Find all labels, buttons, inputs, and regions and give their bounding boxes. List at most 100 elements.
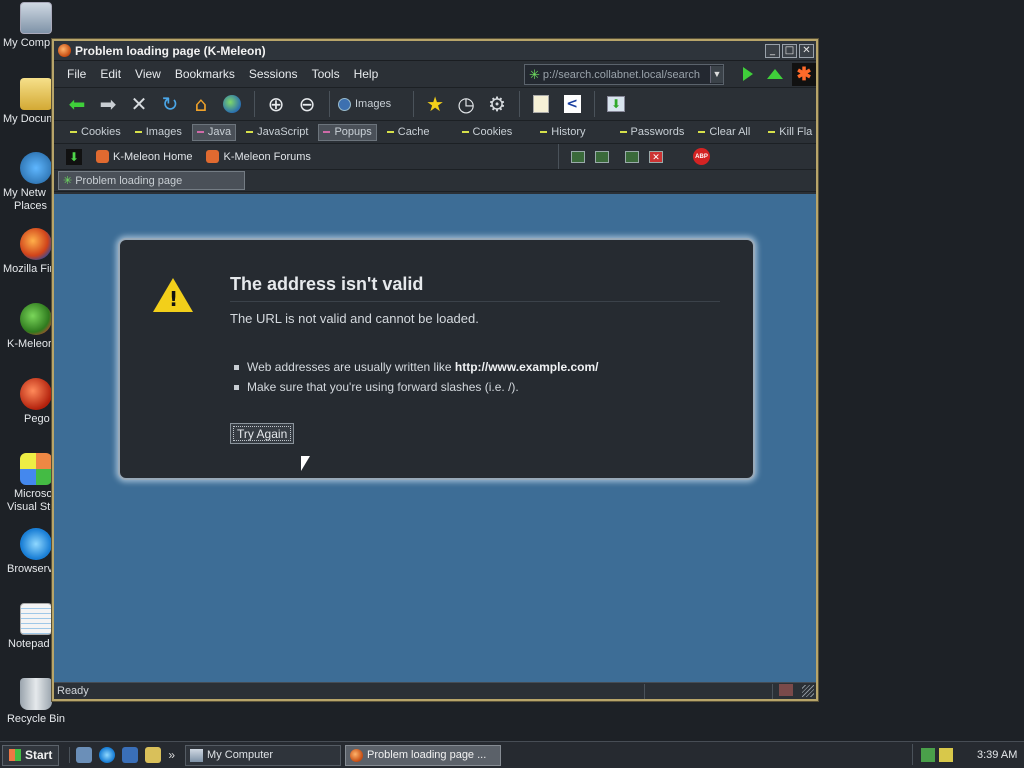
layer-list-icon[interactable] [625,150,639,163]
history-clock-icon[interactable]: ◷ [453,91,479,117]
quick-launch-more-icon[interactable]: » [168,748,175,762]
pego-icon [20,378,52,410]
visual-studio-icon [20,453,52,485]
internet-explorer-icon[interactable] [99,747,116,763]
checkbox-icon [619,131,627,133]
pref-history[interactable]: History [536,124,589,141]
view-source-icon[interactable]: < [559,91,585,117]
tab-bar: ✳ Problem loading page [54,170,816,192]
up-level-icon[interactable] [767,69,783,79]
toolbar-separator [594,91,596,117]
outlook-icon[interactable] [122,747,139,763]
address-input[interactable]: p://search.collabnet.local/search [543,69,710,81]
pref-clear-cookies[interactable]: Cookies [458,124,517,141]
internet-explorer-icon [20,528,52,560]
bookmarks-toolbar: ⬇ K-Meleon Home K-Meleon Forums ✕ ABP [54,144,816,170]
close-layer-icon[interactable]: ✕ [649,150,663,163]
pref-java[interactable]: Java [191,123,237,141]
zoom-out-icon[interactable]: ⊖ [294,91,320,117]
menu-help[interactable]: Help [347,67,386,81]
pref-cache[interactable]: Cache [383,124,434,141]
try-again-button[interactable]: Try Again [230,423,295,444]
pref-cookies[interactable]: Cookies [66,124,125,141]
desktop-icon-label: Recycle Bin [6,713,66,725]
pref-label: Passwords [630,126,685,138]
pref-label: Java [207,126,232,138]
menu-view[interactable]: View [128,67,168,81]
pref-label: Clear All [709,126,751,138]
page-info-icon[interactable] [528,91,554,117]
loading-spinner-icon: ✳ [63,175,73,187]
privacy-prefbar: Cookies Images Java JavaScript Popups Ca… [54,121,816,144]
menu-edit[interactable]: Edit [93,67,128,81]
address-bar[interactable]: ✳ p://search.collabnet.local/search ▼ [524,64,724,85]
pref-javascript[interactable]: JavaScript [242,124,312,141]
bookmark-label: K-Meleon Forums [223,150,311,163]
menu-bookmarks[interactable]: Bookmarks [168,67,242,81]
status-security-cell [772,683,793,699]
address-dropdown-button[interactable]: ▼ [710,66,723,83]
forward-icon[interactable]: ➡ [95,91,121,117]
settings-gear-icon[interactable]: ⚙ [484,91,510,117]
web-globe-icon[interactable] [219,91,245,117]
go-icon[interactable] [743,67,753,81]
task-label: Problem loading page ... [367,749,487,761]
my-documents-icon [20,78,52,110]
status-progress-cell [644,683,772,699]
show-desktop-icon[interactable] [76,747,93,763]
pref-passwords[interactable]: Passwords [616,124,689,141]
browser-window: Problem loading page (K-Meleon) _ □ ✕ Fi… [52,39,818,701]
error-title: The address isn't valid [230,274,720,302]
maximize-button[interactable]: □ [782,43,797,58]
back-icon[interactable]: ⬅ [64,91,90,117]
stop-icon[interactable]: ✕ [126,91,152,117]
page-content: ! The address isn't valid The URL is not… [54,194,816,683]
layer-controls: ✕ ABP [558,144,710,169]
pref-kill-flash[interactable]: Kill Fla [764,124,816,141]
task-label: My Computer [207,749,274,761]
menu-sessions[interactable]: Sessions [242,67,305,81]
tab-problem-loading-page[interactable]: ✳ Problem loading page [58,171,245,190]
start-button[interactable]: Start [2,744,60,766]
minimize-button[interactable]: _ [765,43,780,58]
task-my-computer[interactable]: My Computer [185,744,342,766]
download-icon[interactable]: ⬇ [603,91,629,117]
new-layer-icon[interactable] [571,150,585,163]
checkbox-icon [768,131,776,133]
toolbar-separator [519,91,521,117]
menu-tools[interactable]: Tools [305,67,347,81]
pref-label: History [551,126,586,138]
title-bar[interactable]: Problem loading page (K-Meleon) _ □ ✕ [54,41,816,61]
pref-label: Popups [334,126,372,138]
bullet-icon [234,384,239,390]
security-tray-icon[interactable] [939,747,953,762]
security-icon [779,683,793,696]
clock[interactable]: 3:39 AM [977,749,1017,761]
menu-file[interactable]: File [60,67,93,81]
resize-grip[interactable] [802,685,814,697]
checkbox-icon [134,131,142,133]
pref-popups[interactable]: Popups [318,123,377,141]
checkbox-icon [698,131,706,133]
search-icon[interactable] [145,747,162,763]
error-suggestions: Web addresses are usually written like h… [234,357,598,397]
bookmark-favicon-icon [206,150,220,163]
firefox-icon [20,228,52,260]
close-button[interactable]: ✕ [799,43,814,58]
bookmark-k-meleon-home[interactable]: K-Meleon Home [96,150,192,163]
pref-images[interactable]: Images [131,124,186,141]
bookmark-k-meleon-forums[interactable]: K-Meleon Forums [206,150,311,163]
home-icon[interactable]: ⌂ [188,91,214,117]
adblock-plus-icon[interactable]: ABP [693,148,710,165]
next-layer-icon[interactable] [595,150,609,163]
images-toggle-button[interactable]: Images [338,97,391,111]
pref-clear-all[interactable]: Clear All [694,124,754,141]
toolbar-separator [329,91,330,117]
bookmark-menu-arrow-icon[interactable]: ⬇ [66,148,82,165]
bookmarks-star-icon[interactable]: ★ [422,91,448,117]
task-problem-loading-page[interactable]: Problem loading page ... [345,744,502,766]
network-tray-icon[interactable] [921,747,935,762]
warning-exclamation: ! [169,287,179,311]
reload-icon[interactable]: ↻ [157,91,183,117]
zoom-in-icon[interactable]: ⊕ [263,91,289,117]
